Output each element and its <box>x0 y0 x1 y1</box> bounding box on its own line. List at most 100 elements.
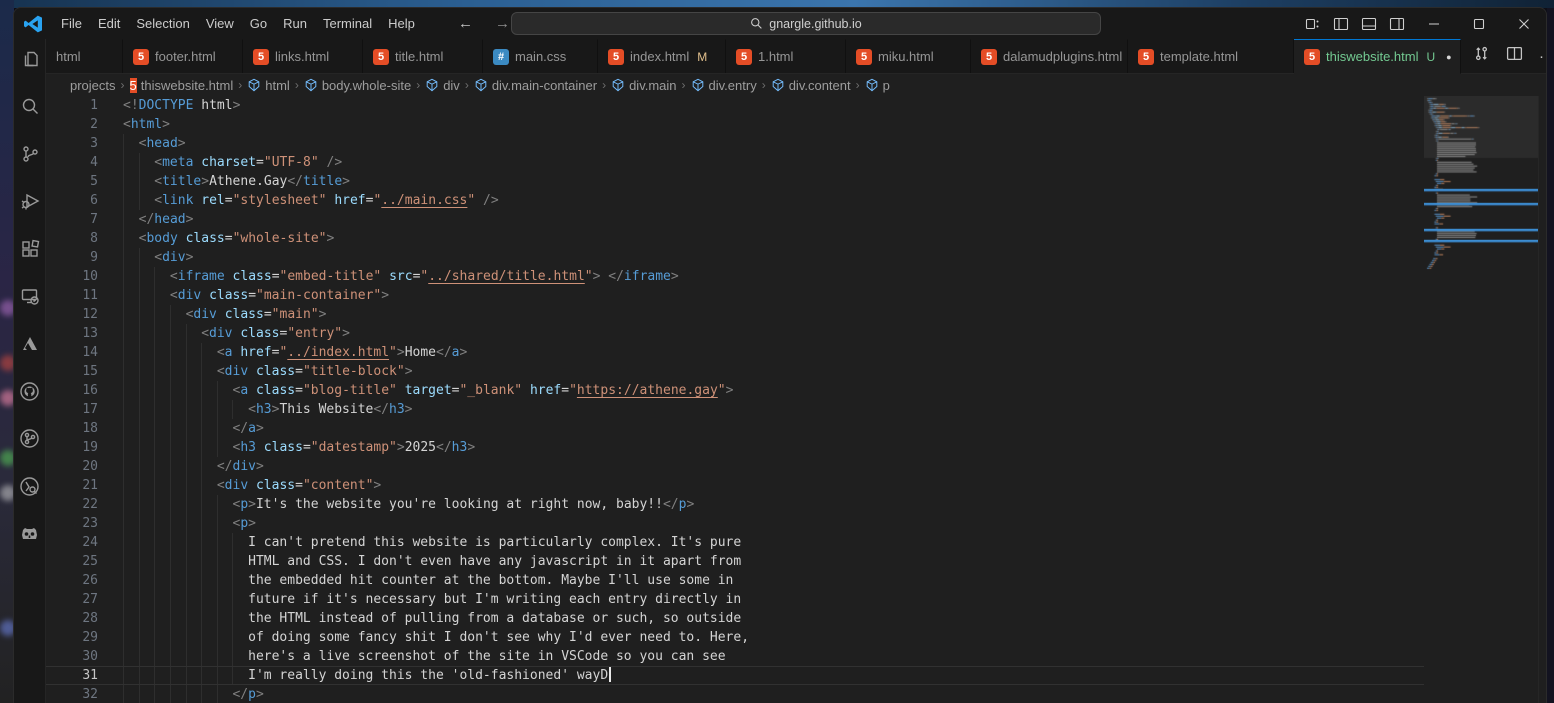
line-number[interactable]: 31 <box>46 667 98 684</box>
line-number[interactable]: 10 <box>46 267 98 286</box>
code-line-8[interactable]: 8<body class="whole-site"> <box>46 229 1424 248</box>
code-line-18[interactable]: 18</a> <box>46 419 1424 438</box>
toggle-panel-icon[interactable] <box>1355 8 1383 39</box>
code-line-7[interactable]: 7</head> <box>46 210 1424 229</box>
breadcrumb-item-thiswebsite.html[interactable]: 5thiswebsite.html <box>129 78 235 93</box>
source-control-icon[interactable] <box>19 143 40 164</box>
line-number[interactable]: 32 <box>46 685 98 703</box>
run-and-debug-icon[interactable] <box>19 191 40 212</box>
code-line-27[interactable]: 27future if it's necessary but I'm writi… <box>46 590 1424 609</box>
toggle-primary-sidebar-icon[interactable] <box>1327 8 1355 39</box>
code-line-26[interactable]: 26the embedded hit counter at the bottom… <box>46 571 1424 590</box>
gitlens-icon[interactable] <box>19 428 40 449</box>
tab-template.html[interactable]: 5template.html <box>1128 39 1294 73</box>
code-line-29[interactable]: 29of doing some fancy shit I don't see w… <box>46 628 1424 647</box>
close-button[interactable] <box>1501 8 1546 39</box>
tab-main.css[interactable]: #main.css <box>483 39 598 73</box>
menu-go[interactable]: Go <box>242 13 275 34</box>
tab-html[interactable]: html <box>46 39 123 73</box>
line-number[interactable]: 13 <box>46 324 98 343</box>
open-changes-icon[interactable] <box>1473 45 1490 67</box>
gitlens-inspect-icon[interactable] <box>19 476 40 497</box>
minimize-button[interactable] <box>1411 8 1456 39</box>
breadcrumb-item-projects[interactable]: projects <box>69 78 117 93</box>
code-line-13[interactable]: 13<div class="entry"> <box>46 324 1424 343</box>
line-number[interactable]: 30 <box>46 647 98 666</box>
breadcrumb-item-body.whole-site[interactable]: body.whole-site <box>303 78 412 93</box>
line-number[interactable]: 3 <box>46 134 98 153</box>
breadcrumb-item-html[interactable]: html <box>246 78 291 93</box>
code-line-15[interactable]: 15<div class="title-block"> <box>46 362 1424 381</box>
code-line-22[interactable]: 22<p>It's the website you're looking at … <box>46 495 1424 514</box>
minimap[interactable] <box>1424 96 1538 703</box>
line-number[interactable]: 26 <box>46 571 98 590</box>
code-line-4[interactable]: 4<meta charset="UTF-8" /> <box>46 153 1424 172</box>
code-line-20[interactable]: 20</div> <box>46 457 1424 476</box>
tab-index.html[interactable]: 5index.htmlM <box>598 39 726 73</box>
code-line-30[interactable]: 30here's a live screenshot of the site i… <box>46 647 1424 666</box>
code-line-2[interactable]: 2<html> <box>46 115 1424 134</box>
explorer-icon[interactable] <box>19 48 40 69</box>
menu-help[interactable]: Help <box>380 13 423 34</box>
menu-run[interactable]: Run <box>275 13 315 34</box>
tab-footer.html[interactable]: 5footer.html <box>123 39 243 73</box>
line-number[interactable]: 22 <box>46 495 98 514</box>
code-line-9[interactable]: 9<div> <box>46 248 1424 267</box>
code-line-6[interactable]: 6<link rel="stylesheet" href="../main.cs… <box>46 191 1424 210</box>
more-actions-icon[interactable]: ··· <box>1539 48 1547 65</box>
line-number[interactable]: 5 <box>46 172 98 191</box>
remote-explorer-icon[interactable] <box>19 286 40 307</box>
editor-scrollbar[interactable] <box>1538 96 1546 703</box>
tab-title.html[interactable]: 5title.html <box>363 39 483 73</box>
breadcrumb-item-div.main[interactable]: div.main <box>610 78 677 93</box>
tab-miku.html[interactable]: 5miku.html <box>846 39 971 73</box>
code-line-17[interactable]: 17<h3>This Website</h3> <box>46 400 1424 419</box>
code-line-12[interactable]: 12<div class="main"> <box>46 305 1424 324</box>
code-line-1[interactable]: 1<!DOCTYPE html> <box>46 96 1424 115</box>
back-icon[interactable]: ← <box>454 13 477 34</box>
line-number[interactable]: 29 <box>46 628 98 647</box>
unsaved-dot-icon[interactable]: ● <box>1446 52 1451 62</box>
code-lines[interactable]: 1<!DOCTYPE html>2<html>3<head>4<meta cha… <box>46 96 1424 703</box>
code-line-24[interactable]: 24I can't pretend this website is partic… <box>46 533 1424 552</box>
breadcrumb-item-div[interactable]: div <box>424 78 461 93</box>
menu-file[interactable]: File <box>53 13 90 34</box>
code-line-3[interactable]: 3<head> <box>46 134 1424 153</box>
code-line-19[interactable]: 19<h3 class="datestamp">2025</h3> <box>46 438 1424 457</box>
tab-dalamudplugins.html[interactable]: 5dalamudplugins.html <box>971 39 1128 73</box>
tab-thiswebsite.html[interactable]: 5thiswebsite.htmlU● <box>1294 39 1461 74</box>
line-number[interactable]: 28 <box>46 609 98 628</box>
menu-view[interactable]: View <box>198 13 242 34</box>
breadcrumb-item-div.entry[interactable]: div.entry <box>690 78 758 93</box>
code-line-21[interactable]: 21<div class="content"> <box>46 476 1424 495</box>
code-editor[interactable]: 1<!DOCTYPE html>2<html>3<head>4<meta cha… <box>46 96 1546 703</box>
line-number[interactable]: 1 <box>46 96 98 115</box>
azure-icon[interactable] <box>19 333 40 354</box>
line-number[interactable]: 16 <box>46 381 98 400</box>
code-line-10[interactable]: 10<iframe class="embed-title" src="../sh… <box>46 267 1424 286</box>
code-line-32[interactable]: 32</p> <box>46 685 1424 703</box>
line-number[interactable]: 12 <box>46 305 98 324</box>
tab-links.html[interactable]: 5links.html <box>243 39 363 73</box>
split-editor-icon[interactable] <box>1506 45 1523 67</box>
code-line-14[interactable]: 14<a href="../index.html">Home</a> <box>46 343 1424 362</box>
godot-tools-icon[interactable] <box>19 523 40 544</box>
line-number[interactable]: 18 <box>46 419 98 438</box>
code-line-23[interactable]: 23<p> <box>46 514 1424 533</box>
code-line-25[interactable]: 25HTML and CSS. I don't even have any ja… <box>46 552 1424 571</box>
menu-terminal[interactable]: Terminal <box>315 13 380 34</box>
line-number[interactable]: 11 <box>46 286 98 305</box>
tab-1.html[interactable]: 51.html <box>726 39 846 73</box>
code-line-11[interactable]: 11<div class="main-container"> <box>46 286 1424 305</box>
extensions-icon[interactable] <box>19 238 40 259</box>
line-number[interactable]: 27 <box>46 590 98 609</box>
command-center[interactable]: gnargle.github.io <box>511 12 1101 35</box>
line-number[interactable]: 2 <box>46 115 98 134</box>
line-number[interactable]: 8 <box>46 229 98 248</box>
line-number[interactable]: 23 <box>46 514 98 533</box>
line-number[interactable]: 6 <box>46 191 98 210</box>
line-number[interactable]: 9 <box>46 248 98 267</box>
line-number[interactable]: 7 <box>46 210 98 229</box>
line-number[interactable]: 14 <box>46 343 98 362</box>
customize-layout-icon[interactable] <box>1299 8 1327 39</box>
